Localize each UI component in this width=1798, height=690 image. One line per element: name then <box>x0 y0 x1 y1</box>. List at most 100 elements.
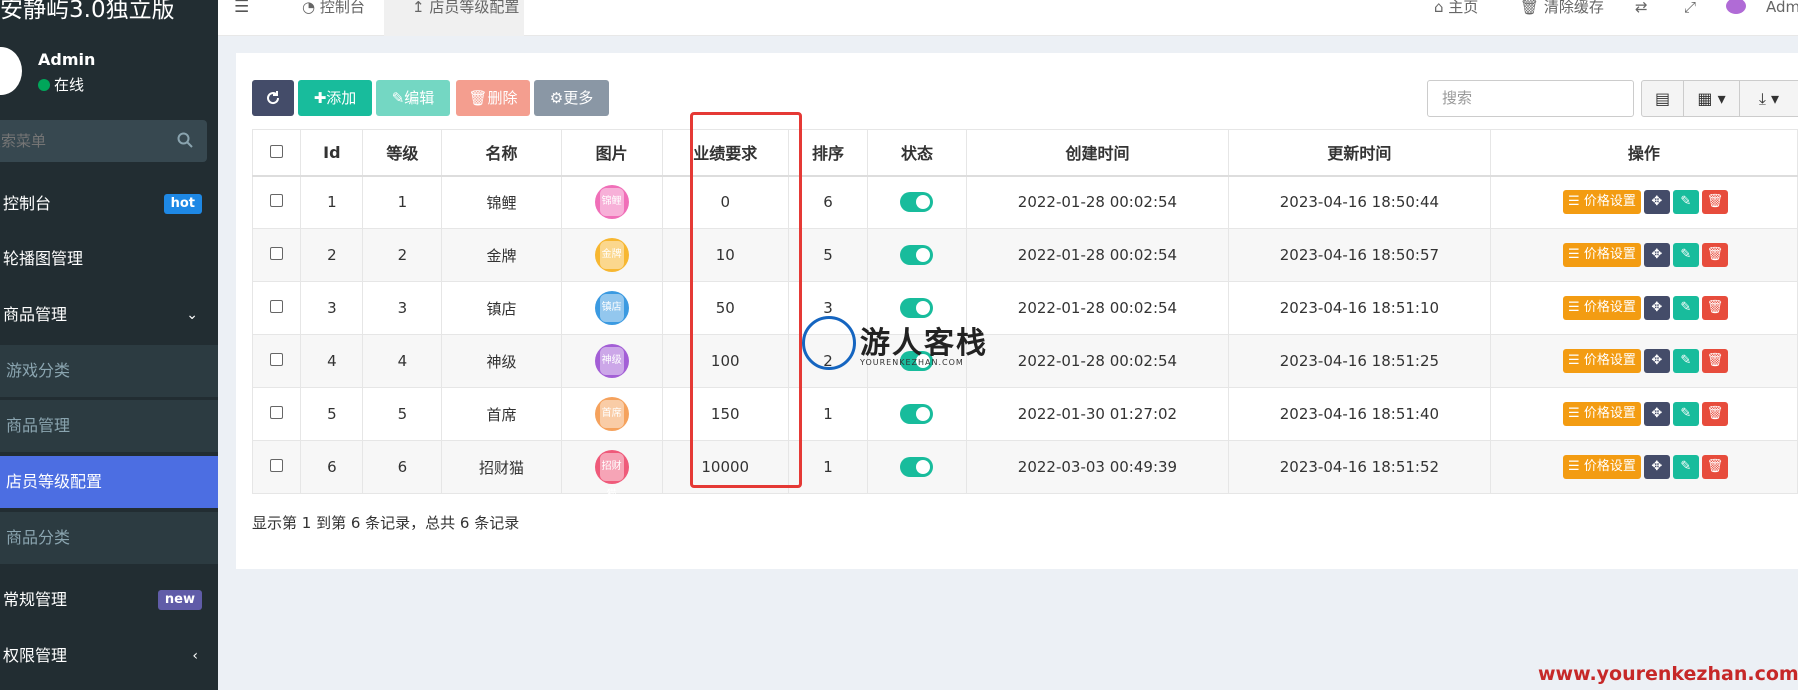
row-checkbox[interactable] <box>270 247 284 260</box>
list-view-icon[interactable]: ▤ <box>1642 81 1684 116</box>
price-setting-button[interactable]: ☰ 价格设置 <box>1563 190 1641 215</box>
price-setting-button[interactable]: ☰ 价格设置 <box>1563 402 1641 426</box>
row-checkbox-cell[interactable] <box>251 228 302 282</box>
sidebar-item-goods[interactable]: 商品管理 <box>0 400 218 452</box>
row-checkbox[interactable] <box>270 353 284 366</box>
table-row[interactable]: 1 1 锦鲤 锦鲤 0 6 2022-01-28 00:02:54 2023-04-16 18… <box>251 175 1798 229</box>
translate-icon[interactable]: ⇄ <box>1635 0 1648 36</box>
pencil-icon: ✎ <box>391 89 405 107</box>
sidebar-item-staff-level[interactable]: 店员等级配置 <box>0 456 218 508</box>
table-row[interactable]: 2 2 金牌 金牌 10 5 2022-01-28 00:02:54 2023-04-16 1… <box>251 228 1798 282</box>
status-toggle[interactable] <box>900 245 934 265</box>
sidebar-item-general[interactable]: 常规管理 new <box>0 574 218 626</box>
row-edit-button[interactable]: ✎ <box>1672 349 1699 373</box>
level-image[interactable]: 神级 <box>594 344 629 378</box>
delete-button[interactable]: 🗑︎删除 <box>456 80 530 116</box>
search-icon[interactable] <box>177 132 193 152</box>
col-status[interactable]: 状态 <box>867 129 967 177</box>
level-image[interactable]: 招财猫 <box>594 450 629 500</box>
table-row[interactable]: 4 4 神级 神级 100 2 2022-01-28 00:02:54 2023-04-16 … <box>251 334 1798 388</box>
col-id[interactable]: Id <box>300 129 364 177</box>
row-checkbox[interactable] <box>270 459 284 472</box>
clear-cache-link[interactable]: 🗑︎ 清除缓存 <box>1520 0 1604 36</box>
row-checkbox[interactable] <box>270 406 284 419</box>
row-checkbox-cell[interactable] <box>251 175 302 229</box>
row-checkbox-cell[interactable] <box>251 281 302 335</box>
price-setting-button[interactable]: ☰ 价格设置 <box>1563 455 1641 479</box>
row-delete-button[interactable]: 🗑︎ <box>1701 243 1728 267</box>
status-toggle[interactable] <box>900 298 934 318</box>
add-button[interactable]: ✚添加 <box>298 80 372 116</box>
price-setting-button[interactable]: ☰ 价格设置 <box>1563 296 1641 320</box>
col-image[interactable]: 图片 <box>560 129 663 177</box>
row-checkbox[interactable] <box>270 194 284 208</box>
sidebar-item-goods-category[interactable]: 商品分类 <box>0 512 218 564</box>
row-checkbox-cell[interactable] <box>251 387 302 441</box>
admin-avatar[interactable] <box>1726 0 1746 14</box>
row-checkbox-cell[interactable] <box>251 334 302 388</box>
level-image[interactable]: 镇店 <box>594 291 629 325</box>
drag-button[interactable]: ✥ <box>1643 402 1670 426</box>
more-button[interactable]: ⚙更多 <box>534 80 609 116</box>
tab-dashboard[interactable]: ◔ 控制台 <box>288 0 379 36</box>
col-created[interactable]: 创建时间 <box>965 129 1229 177</box>
level-image[interactable]: 首席 <box>594 397 629 431</box>
select-all-checkbox-cell[interactable] <box>251 129 302 177</box>
row-edit-button[interactable]: ✎ <box>1672 190 1699 215</box>
sidebar-item-game-category[interactable]: 游戏分类 <box>0 345 218 397</box>
drag-button[interactable]: ✥ <box>1643 455 1670 479</box>
export-icon[interactable]: ⤓ ▾ <box>1740 81 1798 116</box>
row-delete-button[interactable]: 🗑︎ <box>1701 296 1728 320</box>
col-updated[interactable]: 更新时间 <box>1227 129 1491 177</box>
online-dot-icon <box>38 79 50 91</box>
list-icon: ☰ <box>1568 459 1584 474</box>
table-row[interactable]: 6 6 招财猫 招财猫 10000 1 2022-03-03 00:49:39 2023-04… <box>251 440 1798 500</box>
row-edit-button[interactable]: ✎ <box>1672 402 1699 426</box>
home-link[interactable]: ⌂ 主页 <box>1434 0 1478 36</box>
drag-button[interactable]: ✥ <box>1643 296 1670 320</box>
columns-icon[interactable]: ▦ ▾ <box>1684 81 1740 116</box>
row-edit-button[interactable]: ✎ <box>1672 243 1699 267</box>
sidebar-item-banner[interactable]: 轮播图管理 <box>0 233 218 285</box>
drag-button[interactable]: ✥ <box>1643 349 1670 373</box>
fullscreen-icon[interactable]: ⤢ <box>1684 0 1696 36</box>
table-row[interactable]: 3 3 镇店 镇店 50 3 2022-01-28 00:02:54 2023-04-16 1… <box>251 281 1798 335</box>
row-edit-button[interactable]: ✎ <box>1672 455 1699 479</box>
row-delete-button[interactable]: 🗑︎ <box>1701 455 1728 479</box>
tab-staff-level[interactable]: ↥ 店员等级配置 <box>384 0 524 36</box>
select-all-checkbox[interactable] <box>270 144 284 158</box>
row-delete-button[interactable]: 🗑︎ <box>1701 402 1728 426</box>
cell-image: 首席 <box>560 387 663 441</box>
col-name[interactable]: 名称 <box>441 129 562 177</box>
row-delete-button[interactable]: 🗑︎ <box>1701 349 1728 373</box>
col-requirement[interactable]: 业绩要求 <box>661 129 789 177</box>
drag-button[interactable]: ✥ <box>1643 243 1670 267</box>
move-icon: ✥ <box>1651 353 1663 368</box>
col-level[interactable]: 等级 <box>362 129 443 177</box>
drag-button[interactable]: ✥ <box>1643 190 1670 215</box>
row-checkbox-cell[interactable] <box>251 440 302 494</box>
sidebar-item-dashboard[interactable]: 控制台 hot <box>0 178 218 230</box>
table-search-input[interactable]: 搜索 <box>1427 80 1634 117</box>
price-setting-button[interactable]: ☰ 价格设置 <box>1563 349 1641 373</box>
trash-icon: 🗑︎ <box>1706 194 1724 210</box>
level-image-label: 首席 <box>599 400 624 428</box>
row-edit-button[interactable]: ✎ <box>1672 296 1699 320</box>
price-setting-button[interactable]: ☰ 价格设置 <box>1563 243 1641 267</box>
status-toggle[interactable] <box>900 457 934 477</box>
table-row[interactable]: 5 5 首席 首席 150 1 2022-01-30 01:27:02 2023-04-16 … <box>251 387 1798 441</box>
edit-button[interactable]: ✎编辑 <box>376 80 450 116</box>
status-toggle[interactable] <box>900 192 934 213</box>
menu-toggle-icon[interactable]: ☰ <box>234 0 249 36</box>
admin-name[interactable]: Admin <box>1766 0 1798 36</box>
row-checkbox[interactable] <box>270 300 284 313</box>
col-sort[interactable]: 排序 <box>787 129 869 177</box>
sidebar-item-goods-group[interactable]: 商品管理 ⌄ <box>0 289 218 341</box>
row-delete-button[interactable]: 🗑︎ <box>1701 190 1728 215</box>
level-image[interactable]: 锦鲤 <box>594 185 629 220</box>
sidebar-item-permission[interactable]: 权限管理 ‹ <box>0 630 218 682</box>
status-toggle[interactable] <box>900 404 934 424</box>
level-image[interactable]: 金牌 <box>594 238 629 272</box>
sidebar-search-input[interactable] <box>0 120 146 162</box>
refresh-button[interactable] <box>252 80 294 116</box>
